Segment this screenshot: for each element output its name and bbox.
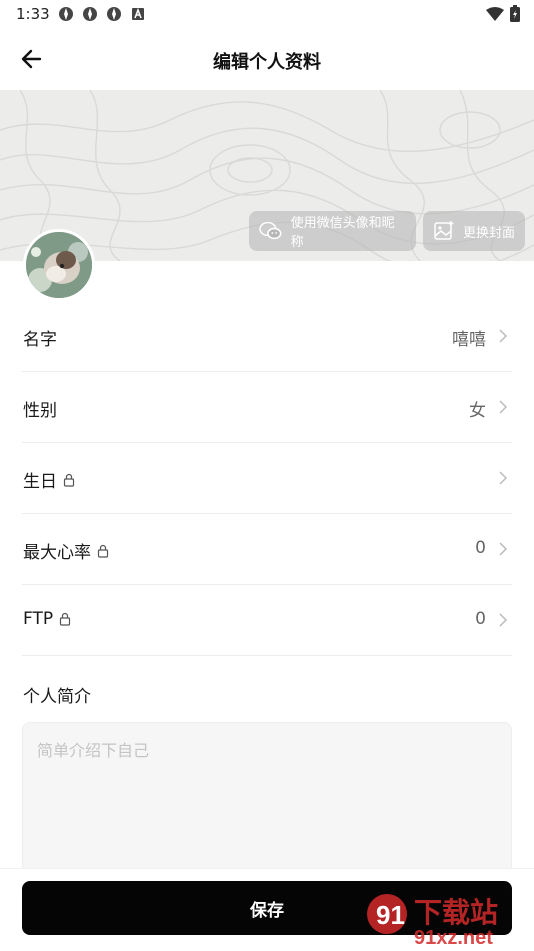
font-notification-icon (132, 7, 144, 20)
bio-section-title: 个人简介 (23, 687, 91, 707)
wifi-icon (486, 6, 504, 21)
field-value: 0 (475, 538, 486, 558)
field-label-wrap: 最大心率 (23, 538, 109, 563)
app-notification-icon (59, 7, 73, 21)
field-row-name[interactable]: 名字 嘻嘻 (22, 301, 512, 372)
chevron-right-icon (499, 542, 508, 556)
status-time: 1:33 (16, 5, 50, 23)
lock-icon (63, 473, 75, 487)
field-label-wrap: FTP (23, 609, 71, 629)
field-label: 最大心率 (23, 543, 91, 563)
field-row-max-heart-rate[interactable]: 最大心率 0 (22, 514, 512, 585)
avatar[interactable] (23, 229, 95, 301)
chevron-right-icon (499, 471, 508, 485)
navigation-bar: 编辑个人资料 (0, 28, 534, 90)
field-label: 名字 (23, 330, 57, 350)
field-value: 0 (475, 609, 486, 629)
status-notification-icons (58, 6, 146, 22)
battery-icon (510, 5, 520, 22)
field-row-ftp[interactable]: FTP 0 (22, 585, 512, 656)
lock-icon (60, 612, 71, 626)
field-label: FTP (23, 609, 54, 629)
image-icon (434, 221, 454, 240)
chevron-right-icon (499, 329, 508, 343)
field-label-wrap: 性别 (23, 396, 57, 421)
chevron-right-icon (499, 400, 508, 414)
change-cover-button[interactable]: 更换封面 (423, 211, 525, 251)
bio-textarea[interactable] (23, 723, 511, 881)
page-title: 编辑个人资料 (213, 52, 321, 73)
field-value: 嘻嘻 (452, 330, 486, 350)
bio-input-container (22, 722, 512, 882)
field-label-wrap: 名字 (23, 325, 57, 350)
app-notification-icon (107, 7, 121, 21)
lock-icon (97, 544, 109, 558)
status-bar: 1:33 (0, 0, 534, 28)
field-label: 性别 (23, 401, 57, 421)
change-cover-label: 更换封面 (463, 225, 516, 241)
use-wechat-avatar-label: 使用微信头像和昵称 (290, 216, 395, 250)
save-button-label: 保存 (250, 900, 284, 921)
field-label: 生日 (23, 472, 57, 492)
use-wechat-avatar-button[interactable]: 使用微信头像和昵称 (249, 211, 416, 251)
field-label-wrap: 生日 (23, 467, 75, 492)
save-button[interactable]: 保存 (22, 881, 512, 935)
field-value: 女 (469, 401, 486, 421)
wechat-icon (259, 221, 282, 240)
chevron-right-icon (499, 613, 508, 627)
field-row-gender[interactable]: 性别 女 (22, 372, 512, 443)
app-notification-icon (83, 7, 97, 21)
field-row-birthday[interactable]: 生日 (22, 443, 512, 514)
status-system-icons (486, 5, 520, 22)
avatar-photo (26, 232, 92, 298)
